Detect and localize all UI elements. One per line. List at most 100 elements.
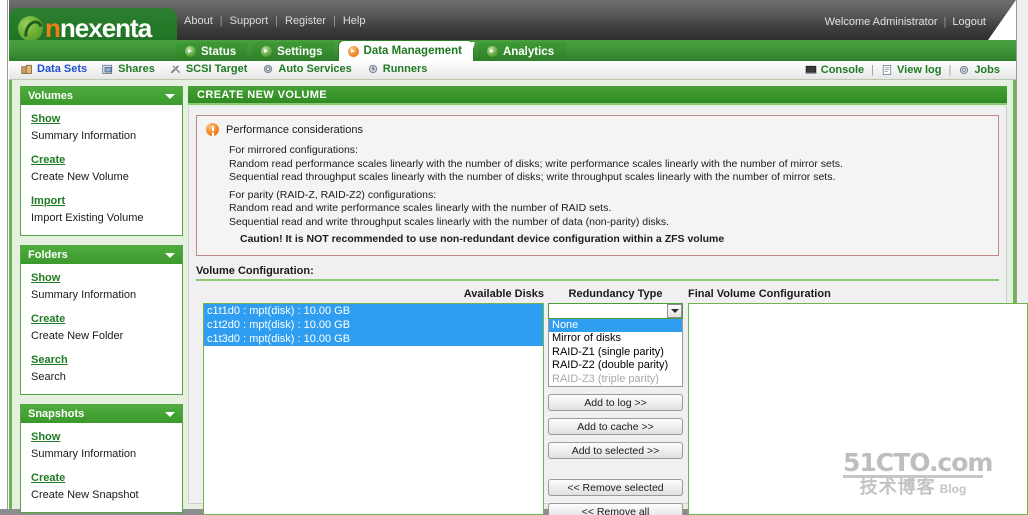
sidebar-panel-snapshots-header[interactable]: Snapshots bbox=[21, 405, 182, 423]
notice-line: Sequential read and write throughput sca… bbox=[229, 215, 670, 228]
sidebar-group-volumes-import: Import Import Existing Volume bbox=[31, 194, 172, 226]
tab-status[interactable]: Status bbox=[176, 42, 248, 61]
console-icon bbox=[805, 65, 817, 74]
remove-selected-button[interactable]: << Remove selected bbox=[548, 479, 683, 496]
redundancy-type-options[interactable]: None Mirror of disks RAID-Z1 (single par… bbox=[548, 318, 683, 387]
jobs-icon bbox=[960, 65, 969, 75]
content-pane: Performance considerations For mirrored … bbox=[188, 107, 1028, 515]
add-to-selected-button[interactable]: Add to selected >> bbox=[548, 442, 683, 459]
sidebar-link-snapshots-create[interactable]: Create bbox=[31, 471, 172, 485]
auto-services-icon bbox=[264, 64, 273, 74]
sidebar-desc-volumes-import: Import Existing Volume bbox=[31, 212, 144, 224]
chevron-down-icon[interactable] bbox=[165, 93, 175, 99]
available-disks-column: Available Disks c1t1d0 : mpt(disk) : 10.… bbox=[203, 287, 544, 515]
brand-name: nnexenta bbox=[45, 13, 152, 43]
sidebar: Volumes Show Summary Information Create … bbox=[20, 86, 183, 515]
sidebar-panel-folders-header[interactable]: Folders bbox=[21, 246, 182, 264]
console-link[interactable]: Console bbox=[805, 64, 864, 76]
final-volume-configuration-column: Final Volume Configuration This configur… bbox=[688, 287, 1028, 515]
option-raidz1[interactable]: RAID-Z1 (single parity) bbox=[549, 346, 682, 360]
sidebar-link-snapshots-show[interactable]: Show bbox=[31, 430, 172, 444]
sidebar-panel-volumes-title: Volumes bbox=[28, 90, 74, 102]
subnav-item-auto-services[interactable]: Auto Services bbox=[262, 63, 352, 75]
chevron-down-icon[interactable] bbox=[165, 252, 175, 258]
tab-data-management-label: Data Management bbox=[363, 45, 462, 57]
notice-line: For mirrored configurations: bbox=[229, 144, 358, 156]
performance-notice-title: Performance considerations bbox=[226, 123, 363, 136]
option-none[interactable]: None bbox=[549, 318, 682, 332]
redundancy-type-caption: Redundancy Type bbox=[568, 287, 663, 300]
sidebar-link-volumes-create[interactable]: Create bbox=[31, 153, 172, 167]
sidebar-desc-volumes-create: Create New Volume bbox=[31, 171, 129, 183]
app-root: nnexenta About | Support | Register | Help Wel… bbox=[0, 0, 1028, 515]
performance-notice: Performance considerations For mirrored … bbox=[196, 115, 999, 256]
jobs-link[interactable]: Jobs bbox=[958, 64, 1000, 76]
sidebar-group-folders-search: Search Search bbox=[31, 353, 172, 385]
final-volume-configuration-list[interactable] bbox=[688, 302, 1028, 515]
subnav-item-shares-label: Shares bbox=[118, 63, 155, 75]
sidebar-group-volumes-create: Create Create New Volume bbox=[31, 153, 172, 185]
brand-name-text: nexenta bbox=[59, 13, 152, 43]
arrow-bullet-icon bbox=[185, 46, 196, 57]
sidebar-panel-volumes: Volumes Show Summary Information Create … bbox=[20, 86, 183, 236]
tab-settings-label: Settings bbox=[277, 45, 323, 58]
option-raidz2[interactable]: RAID-Z2 (double parity) bbox=[549, 359, 682, 373]
sidebar-desc-snapshots-create: Create New Snapshot bbox=[31, 489, 139, 501]
redundancy-type-select[interactable]: None Mirror of disks RAID-Z1 (single par… bbox=[548, 302, 683, 387]
notice-line: Sequential read throughput scales linear… bbox=[229, 171, 836, 183]
arrow-bullet-icon bbox=[261, 46, 273, 57]
sidebar-desc-folders-show: Summary Information bbox=[31, 289, 137, 301]
sidebar-group-volumes-show: Show Summary Information bbox=[31, 112, 172, 144]
notice-line: Random read performance scales linearly … bbox=[229, 157, 843, 170]
sidebar-link-folders-search[interactable]: Search bbox=[31, 353, 172, 367]
final-volume-configuration-caption: Final Volume Configuration bbox=[688, 287, 831, 300]
option-mirror-of-disks[interactable]: Mirror of disks bbox=[549, 332, 682, 346]
list-item[interactable]: c1t3d0 : mpt(disk) : 10.00 GB bbox=[204, 331, 543, 346]
add-to-cache-button[interactable]: Add to cache >> bbox=[548, 418, 683, 435]
arrow-bullet-icon bbox=[347, 45, 359, 57]
available-disks-list[interactable]: c1t1d0 : mpt(disk) : 10.00 GB c1t2d0 : m… bbox=[203, 302, 544, 515]
top-link-register[interactable]: Register bbox=[285, 15, 326, 27]
sidebar-panel-volumes-header[interactable]: Volumes bbox=[21, 87, 182, 105]
runners-icon bbox=[368, 64, 377, 74]
jobs-label: Jobs bbox=[974, 64, 1000, 76]
subnav-item-scsi-target-label: SCSI Target bbox=[185, 63, 248, 75]
subnav-item-shares[interactable]: Shares bbox=[102, 63, 155, 75]
tab-analytics[interactable]: Analytics bbox=[477, 42, 566, 61]
sidebar-link-folders-show[interactable]: Show bbox=[31, 271, 172, 285]
subnav-item-data-sets-label: Data Sets bbox=[37, 63, 88, 75]
tab-data-management[interactable]: Data Management bbox=[338, 41, 473, 61]
arrow-bullet-icon bbox=[486, 46, 498, 57]
window-left-edge bbox=[0, 0, 8, 515]
list-item[interactable]: c1t2d0 : mpt(disk) : 10.00 GB bbox=[204, 317, 543, 332]
add-to-log-button[interactable]: Add to log >> bbox=[548, 394, 683, 411]
sidebar-panel-folders-title: Folders bbox=[28, 249, 68, 261]
list-item[interactable]: c1t1d0 : mpt(disk) : 10.00 GB bbox=[204, 303, 543, 318]
volume-configuration-label: Volume Configuration: bbox=[196, 264, 314, 277]
console-label: Console bbox=[820, 64, 865, 76]
subnav-item-scsi-target[interactable]: SCSI Target bbox=[170, 63, 248, 75]
sidebar-link-folders-create[interactable]: Create bbox=[31, 312, 172, 326]
view-log-link[interactable]: View log bbox=[881, 64, 941, 76]
sidebar-link-volumes-import[interactable]: Import bbox=[31, 194, 172, 208]
subnav-item-runners[interactable]: Runners bbox=[367, 63, 427, 75]
notice-line: Random read and write performance scales… bbox=[229, 202, 612, 214]
section-divider bbox=[196, 278, 999, 281]
sidebar-link-volumes-show[interactable]: Show bbox=[31, 112, 172, 126]
volume-config-columns: Available Disks c1t1d0 : mpt(disk) : 10.… bbox=[196, 287, 1028, 515]
top-link-about[interactable]: About bbox=[184, 15, 213, 27]
tab-settings[interactable]: Settings bbox=[252, 42, 334, 61]
top-link-support[interactable]: Support bbox=[230, 15, 269, 27]
sidebar-desc-folders-create: Create New Folder bbox=[31, 330, 124, 342]
remove-all-button[interactable]: << Remove all bbox=[548, 503, 683, 515]
sidebar-desc-volumes-show: Summary Information bbox=[31, 130, 137, 142]
sub-navigation: Data Sets Shares SCSI Target Auto Servic… bbox=[9, 61, 1016, 80]
chevron-down-icon[interactable] bbox=[165, 411, 175, 417]
redundancy-type-select-box[interactable] bbox=[548, 302, 683, 319]
chevron-down-icon[interactable] bbox=[667, 303, 682, 318]
logout-link[interactable]: Logout bbox=[952, 16, 986, 28]
subnav-item-data-sets[interactable]: Data Sets bbox=[21, 63, 87, 75]
scsi-target-icon bbox=[170, 65, 181, 74]
top-link-help[interactable]: Help bbox=[343, 15, 366, 27]
sidebar-panel-snapshots: Snapshots Show Summary Information Creat… bbox=[20, 404, 183, 513]
